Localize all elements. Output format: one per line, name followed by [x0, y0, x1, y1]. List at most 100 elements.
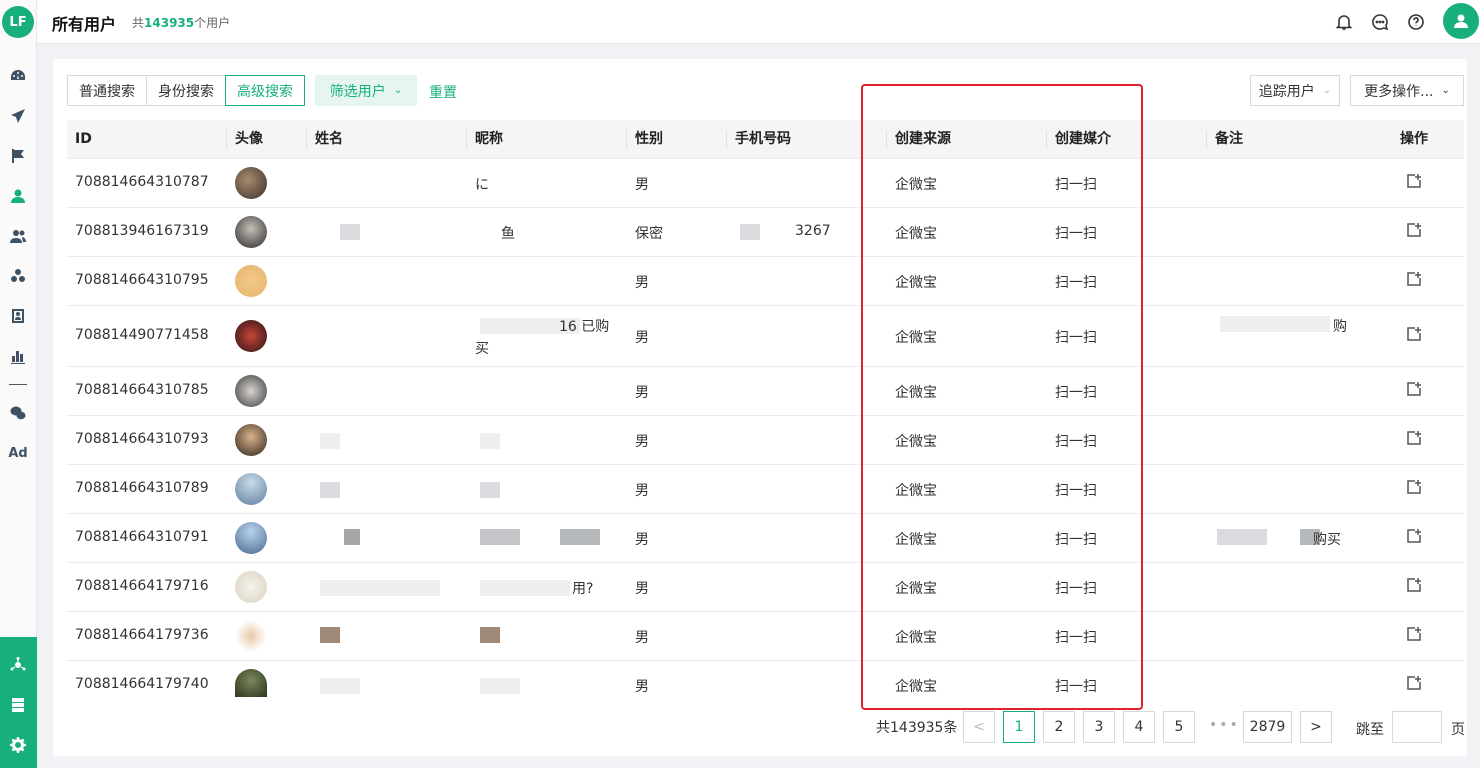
cell-id: 708814664310787 [75, 174, 209, 190]
top-header: 所有用户 共143935个用户 [37, 0, 1480, 44]
jump-label: 跳至 [1356, 722, 1384, 738]
edit-icon[interactable] [1406, 528, 1422, 544]
redacted-name [320, 627, 340, 643]
avatar [235, 522, 267, 554]
col-gender[interactable]: 性别 [635, 120, 663, 159]
cell-nickname: 16 已购 [559, 319, 610, 335]
cell-remark: 购买 [1313, 532, 1341, 548]
col-avatar[interactable]: 头像 [235, 120, 263, 159]
table-row[interactable]: 708814664310791 男 企微宝 扫一扫 购买 [67, 514, 1464, 563]
users-icon[interactable] [8, 226, 28, 246]
avatar [235, 669, 267, 697]
page-1-button[interactable]: 1 [1003, 711, 1035, 743]
edit-icon[interactable] [1406, 222, 1422, 238]
page-2-button[interactable]: 2 [1043, 711, 1075, 743]
col-remark[interactable]: 备注 [1215, 120, 1243, 159]
table-row[interactable]: 708814664310785 男 企微宝 扫一扫 [67, 367, 1464, 416]
table-row[interactable]: 708814664310793 男 企微宝 扫一扫 [67, 416, 1464, 465]
edit-icon[interactable] [1406, 381, 1422, 397]
edit-icon[interactable] [1406, 326, 1422, 342]
settings-icon[interactable] [8, 735, 28, 755]
cell-source: 企微宝 [895, 275, 937, 291]
filter-users-dropdown[interactable]: 筛选用户 ⌄ [315, 75, 417, 106]
prev-page-button[interactable]: < [963, 711, 995, 743]
col-phone[interactable]: 手机号码 [735, 120, 791, 159]
cell-gender: 男 [635, 275, 649, 291]
reset-link[interactable]: 重置 [429, 82, 457, 102]
cell-gender: 男 [635, 434, 649, 450]
wechat-icon[interactable] [8, 403, 28, 423]
edit-icon[interactable] [1406, 626, 1422, 642]
last-page-button[interactable]: 2879 [1243, 711, 1292, 743]
edit-icon[interactable] [1406, 577, 1422, 593]
page-3-button[interactable]: 3 [1083, 711, 1115, 743]
redacted-remark [1217, 529, 1267, 545]
edit-icon[interactable] [1406, 430, 1422, 446]
page-title: 所有用户 [52, 15, 117, 34]
redacted-nickname [560, 529, 600, 545]
table-row[interactable]: 708814664310787 に 男 企微宝 扫一扫 [67, 159, 1464, 208]
user-icon[interactable] [8, 186, 28, 206]
user-avatar-icon[interactable] [1443, 3, 1479, 39]
page-5-button[interactable]: 5 [1163, 711, 1195, 743]
redacted-name [320, 580, 440, 596]
table-row[interactable]: 708814664179716 用? 男 企微宝 扫一扫 [67, 563, 1464, 612]
next-page-button[interactable]: > [1300, 711, 1332, 743]
table-row[interactable]: 708814490771458 16 已购 买 男 企微宝 扫一扫 购 [67, 306, 1464, 367]
ad-icon[interactable]: Ad [8, 443, 28, 463]
cell-id: 708814664179716 [75, 578, 209, 594]
redacted-nickname [480, 678, 520, 694]
edit-icon[interactable] [1406, 675, 1422, 691]
table-row[interactable]: 708814664310789 男 企微宝 扫一扫 [67, 465, 1464, 514]
help-icon[interactable] [1406, 12, 1426, 32]
edit-icon[interactable] [1406, 271, 1422, 287]
redacted-remark [1220, 316, 1330, 332]
pagination-ellipsis[interactable]: ••• [1209, 717, 1240, 733]
apps-icon[interactable] [8, 655, 28, 675]
server-icon[interactable] [8, 695, 28, 715]
jump-unit: 页 [1451, 722, 1465, 738]
tab-advanced-search[interactable]: 高级搜索 [225, 75, 305, 106]
avatar [235, 473, 267, 505]
table-row[interactable]: 708814664310795 男 企微宝 扫一扫 [67, 257, 1464, 306]
chart-icon[interactable] [8, 346, 28, 366]
col-source[interactable]: 创建来源 [895, 120, 951, 159]
table-row[interactable]: 708814664179740 男 企微宝 扫一扫 [67, 661, 1464, 706]
cell-gender: 保密 [635, 226, 663, 242]
tab-identity-search[interactable]: 身份搜索 [146, 75, 226, 106]
col-id[interactable]: ID [75, 120, 92, 159]
avatar [235, 167, 267, 199]
send-icon[interactable] [8, 106, 28, 126]
filter-users-label: 筛选用户 [329, 83, 386, 100]
cell-source: 企微宝 [895, 434, 937, 450]
sidebar-divider [9, 384, 27, 385]
message-icon[interactable] [1370, 12, 1390, 32]
table-row[interactable]: 708813946167319 鱼 保密 3267 企微宝 扫一扫 [67, 208, 1464, 257]
col-name[interactable]: 姓名 [315, 120, 343, 159]
table-row[interactable]: 708814664179736 男 企微宝 扫一扫 [67, 612, 1464, 661]
cell-medium: 扫一扫 [1055, 330, 1097, 346]
avatar [235, 265, 267, 297]
page-4-button[interactable]: 4 [1123, 711, 1155, 743]
contacts-icon[interactable] [8, 306, 28, 326]
avatar [235, 620, 267, 652]
app-logo[interactable]: LF [2, 6, 34, 38]
tab-normal-search[interactable]: 普通搜索 [67, 75, 147, 106]
avatar [235, 320, 267, 352]
track-users-dropdown[interactable]: 追踪用户 ⌄ [1250, 75, 1340, 106]
avatar [235, 424, 267, 456]
dashboard-icon[interactable] [8, 66, 28, 86]
more-actions-dropdown[interactable]: 更多操作... ⌄ [1350, 75, 1464, 106]
flag-icon[interactable] [8, 146, 28, 166]
cell-medium: 扫一扫 [1055, 532, 1097, 548]
bell-icon[interactable] [1334, 12, 1354, 32]
col-medium[interactable]: 创建媒介 [1055, 120, 1111, 159]
groups-icon[interactable] [8, 266, 28, 286]
cell-gender: 男 [635, 581, 649, 597]
col-nickname[interactable]: 昵称 [475, 120, 503, 159]
cell-source: 企微宝 [895, 483, 937, 499]
cell-nickname-line2: 买 [475, 341, 489, 357]
edit-icon[interactable] [1406, 173, 1422, 189]
jump-page-input[interactable] [1392, 711, 1442, 743]
edit-icon[interactable] [1406, 479, 1422, 495]
